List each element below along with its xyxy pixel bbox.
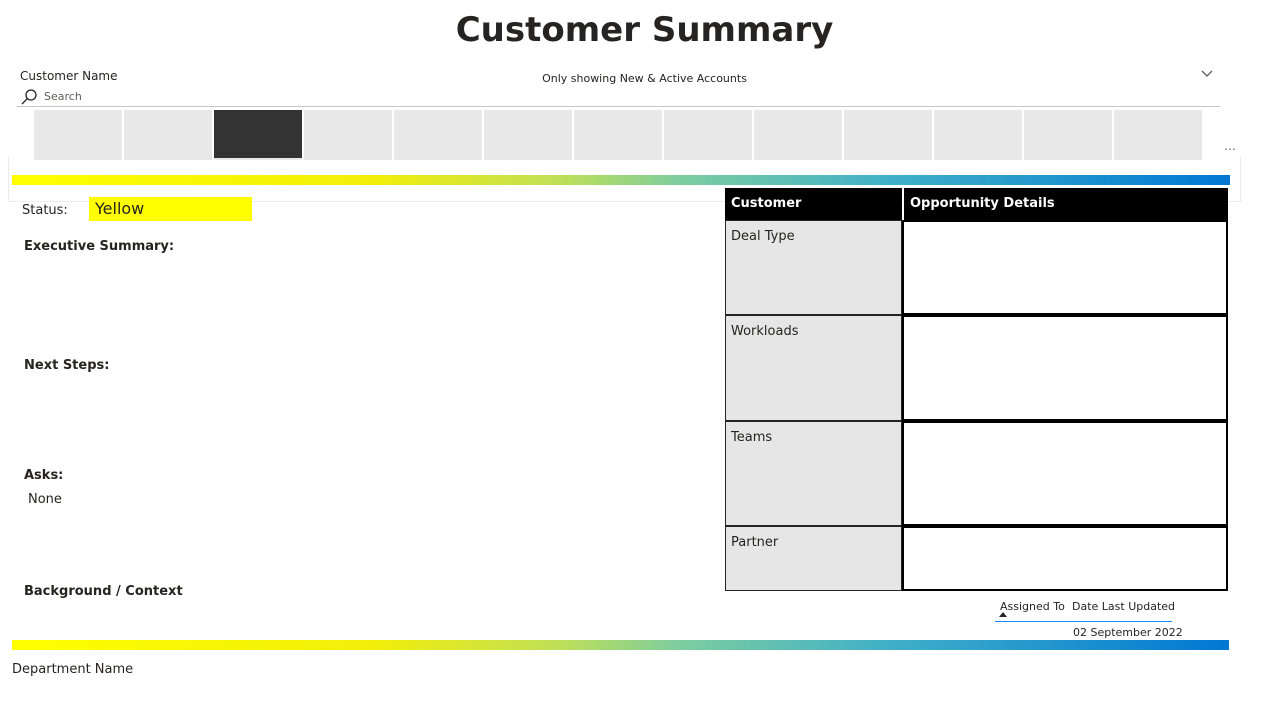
table-row-value [902, 526, 1228, 591]
column-header-date-last-updated[interactable]: Date Last Updated [1072, 600, 1175, 613]
more-options-icon[interactable]: … [1224, 139, 1237, 153]
slicer-tile[interactable] [934, 110, 1022, 160]
chevron-down-icon[interactable] [1200, 67, 1214, 81]
search-icon[interactable] [20, 88, 38, 106]
slicer-tile[interactable] [394, 110, 482, 160]
table-row-value [902, 315, 1228, 421]
search-input[interactable]: Search [44, 90, 82, 103]
executive-summary-heading: Executive Summary: [24, 239, 175, 254]
slicer-tile[interactable] [574, 110, 662, 160]
slicer-tile[interactable] [484, 110, 572, 160]
opportunity-details-table: Customer Opportunity Details Deal Type W… [725, 188, 1228, 591]
table-header-customer: Customer [725, 188, 902, 220]
date-last-updated-value: 02 September 2022 [1073, 626, 1183, 639]
table-row-label: Partner [725, 526, 902, 591]
filter-note: Only showing New & Active Accounts [542, 72, 747, 85]
table-row-label: Workloads [725, 315, 902, 421]
search-underline [17, 106, 1220, 107]
status-label: Status: [22, 203, 68, 218]
slicer-tile[interactable] [34, 110, 122, 160]
department-name: Department Name [12, 662, 134, 677]
slicer-tile[interactable] [1024, 110, 1112, 160]
table-row-label: Deal Type [725, 220, 902, 315]
status-badge: Yellow [89, 197, 252, 221]
slicer-tile[interactable] [124, 110, 212, 160]
slicer-tile[interactable] [304, 110, 392, 160]
header-underline [995, 621, 1172, 622]
background-heading: Background / Context [24, 584, 183, 599]
column-header-assigned-to[interactable]: Assigned To [1000, 600, 1065, 613]
table-header-opportunity: Opportunity Details [904, 188, 1228, 220]
slicer-tile[interactable] [1114, 110, 1202, 160]
table-row-value [902, 220, 1228, 315]
next-steps-heading: Next Steps: [24, 358, 110, 373]
slicer-tile-selected[interactable] [214, 110, 302, 160]
asks-value: None [28, 492, 62, 507]
page-title: Customer Summary [455, 10, 834, 50]
table-row-label: Teams [725, 421, 902, 526]
table-row-value [902, 421, 1228, 526]
sort-ascending-icon[interactable] [999, 612, 1007, 617]
gradient-divider-top [12, 175, 1230, 185]
gradient-divider-bottom [12, 640, 1229, 650]
slicer-tile[interactable] [754, 110, 842, 160]
slicer-tile[interactable] [664, 110, 752, 160]
slicer-tile[interactable] [844, 110, 932, 160]
asks-heading: Asks: [24, 468, 64, 483]
